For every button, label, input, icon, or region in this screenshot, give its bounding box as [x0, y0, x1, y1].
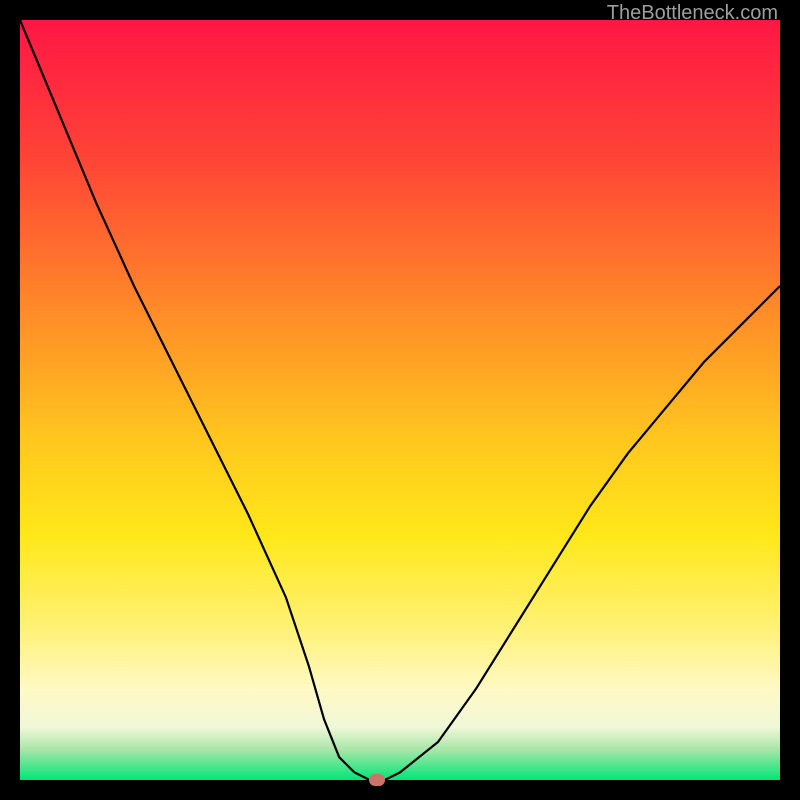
bottleneck-curve — [20, 20, 780, 780]
optimal-point-marker — [369, 774, 385, 786]
chart-container: TheBottleneck.com — [0, 0, 800, 800]
watermark-text: TheBottleneck.com — [607, 2, 778, 25]
